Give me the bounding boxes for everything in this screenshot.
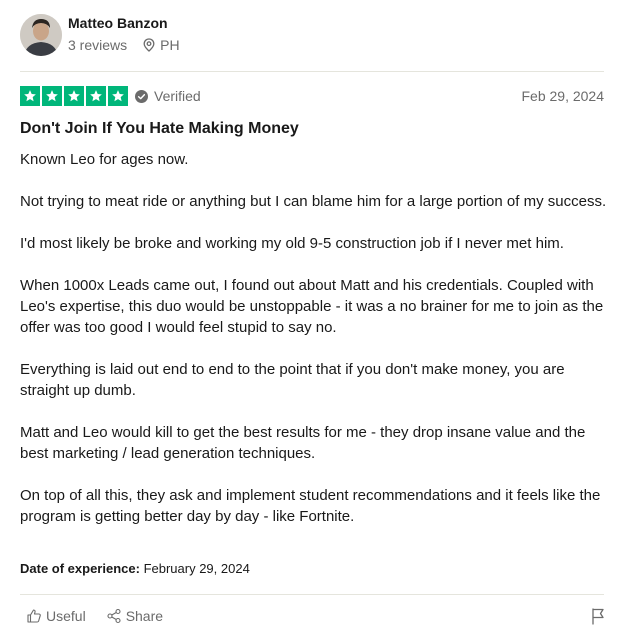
review-body: Known Leo for ages now. Not trying to me… (20, 149, 610, 548)
report-button[interactable] (590, 607, 606, 630)
star-icon (64, 86, 84, 106)
review-paragraph: When 1000x Leads came out, I found out a… (20, 277, 604, 336)
review-actions: Useful Share (26, 608, 183, 624)
experience-label: Date of experience: (20, 561, 140, 576)
verified-label: Verified (154, 88, 201, 104)
reviews-count: 3 reviews (68, 37, 128, 53)
reviewer-location: PH (143, 37, 180, 53)
divider (20, 71, 604, 72)
experience-date: February 29, 2024 (143, 561, 250, 576)
review-paragraph: Everything is laid out end to end to the… (20, 361, 565, 399)
check-circle-icon (135, 89, 148, 103)
star-icon (86, 86, 106, 106)
reviewer-meta: 3 reviews PH (68, 37, 180, 53)
star-icon (20, 86, 40, 106)
review-card: Matteo Banzon 3 reviews PH Verified Feb … (0, 0, 624, 635)
star-icon (108, 86, 128, 106)
verified-badge[interactable]: Verified (135, 88, 201, 104)
review-paragraph: Matt and Leo would kill to get the best … (20, 424, 586, 462)
share-button[interactable]: Share (106, 608, 163, 624)
date-of-experience: Date of experience: February 29, 2024 (20, 561, 250, 576)
useful-button[interactable]: Useful (26, 608, 86, 624)
star-icon (42, 86, 62, 106)
flag-icon (592, 608, 604, 625)
thumbs-up-icon (27, 609, 41, 623)
location-pin-icon (143, 38, 155, 52)
review-paragraph: On top of all this, they ask and impleme… (20, 487, 601, 525)
review-paragraph: Known Leo for ages now. (20, 151, 189, 168)
share-icon (107, 608, 121, 624)
avatar[interactable] (20, 14, 62, 56)
location-text: PH (160, 37, 180, 53)
review-title[interactable]: Don't Join If You Hate Making Money (20, 120, 299, 138)
reviewer-name[interactable]: Matteo Banzon (68, 15, 168, 31)
review-paragraph: Not trying to meat ride or anything but … (20, 193, 607, 210)
star-rating (20, 86, 128, 106)
share-label: Share (125, 608, 164, 624)
review-date: Feb 29, 2024 (521, 88, 604, 104)
divider (20, 594, 604, 595)
review-paragraph: I'd most likely be broke and working my … (20, 235, 564, 252)
useful-label: Useful (46, 608, 86, 624)
